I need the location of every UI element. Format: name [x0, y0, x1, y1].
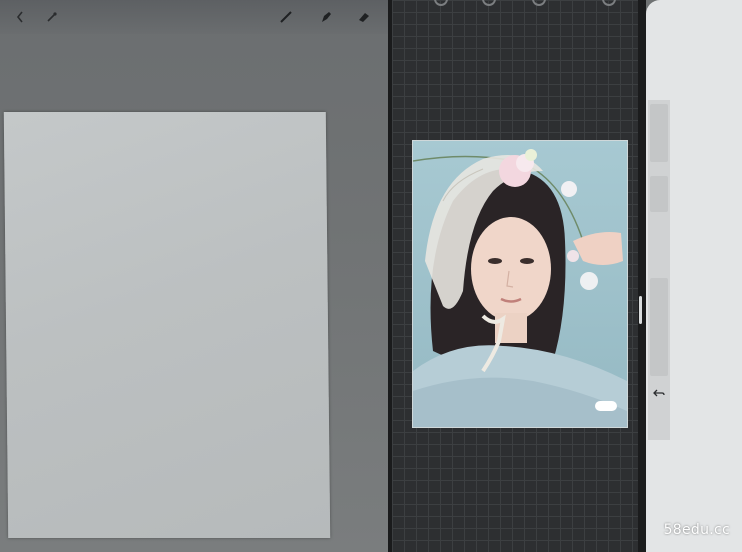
strip-slider-top[interactable] [650, 104, 668, 162]
photo-badge [595, 401, 617, 411]
undo-arrow-icon[interactable] [12, 9, 28, 25]
brush-icon[interactable] [278, 9, 294, 25]
portrait-illustration [413, 141, 627, 427]
eraser-icon[interactable] [356, 9, 372, 25]
smudge-icon[interactable] [318, 9, 334, 25]
side-toolbar-strip [648, 100, 670, 440]
split-drag-handle[interactable] [639, 296, 642, 324]
top-controls [412, 0, 622, 6]
strip-slider-bottom[interactable] [650, 278, 668, 376]
pin-icon[interactable] [44, 9, 60, 25]
reference-photo[interactable] [412, 140, 628, 428]
strip-slider-mid[interactable] [650, 176, 668, 212]
drawing-app-panel [0, 0, 390, 552]
side-app-panel [646, 0, 742, 552]
reference-app-panel [392, 0, 642, 552]
split-view-divider-right[interactable] [638, 0, 646, 552]
site-watermark: 58edu.cc [663, 522, 730, 538]
blank-canvas-sheet[interactable] [3, 112, 331, 538]
undo-icon[interactable] [651, 385, 667, 401]
drawing-toolbar [0, 0, 390, 34]
